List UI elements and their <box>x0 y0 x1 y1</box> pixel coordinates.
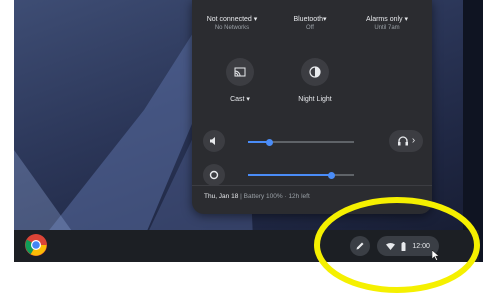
wifi-icon <box>386 242 396 250</box>
panel-footer: Thu, Jan 18 | Battery 100% · 12h left <box>204 193 310 200</box>
shelf: 12:00 <box>14 230 479 262</box>
cast-button[interactable] <box>226 58 254 86</box>
mouse-cursor-icon <box>432 250 440 261</box>
screenshot-frame: Not connected ▾ No Networks Bluetooth▾ O… <box>0 0 483 297</box>
notifications-tile-label[interactable]: Alarms only ▾ <box>352 16 422 24</box>
panel-divider <box>192 185 432 186</box>
bluetooth-tile-label[interactable]: Bluetooth▾ <box>275 16 345 24</box>
network-tile-label[interactable]: Not connected ▾ <box>197 16 267 24</box>
headphones-icon <box>397 136 408 146</box>
battery-status: Battery 100% · 12h left <box>243 193 310 200</box>
volume-slider-thumb[interactable] <box>265 138 273 146</box>
brightness-slider-thumb[interactable] <box>327 171 335 179</box>
brightness-icon <box>209 170 219 180</box>
screen-edge <box>463 0 483 262</box>
audio-output-button[interactable]: › <box>389 130 423 152</box>
cast-label[interactable]: Cast ▾ <box>205 96 275 104</box>
clock-time: 12:00 <box>412 242 430 250</box>
battery-icon <box>401 241 406 251</box>
cast-icon <box>234 67 246 77</box>
audio-output-arrow: › <box>411 135 416 146</box>
status-tray[interactable]: 12:00 <box>377 236 439 256</box>
chrome-launcher-button[interactable] <box>24 233 48 257</box>
brightness-button <box>203 164 225 186</box>
date-label[interactable]: Thu, Jan 18 <box>204 193 238 200</box>
night-light-button[interactable] <box>301 58 329 86</box>
network-tile-status: No Networks <box>214 25 250 31</box>
quick-settings-panel: Not connected ▾ No Networks Bluetooth▾ O… <box>192 0 432 214</box>
notifications-tile-status: Until 7am <box>374 25 400 31</box>
stylus-tools-button[interactable] <box>350 236 370 256</box>
volume-button[interactable] <box>203 130 225 152</box>
pen-icon <box>356 242 364 250</box>
night-light-icon <box>309 66 321 78</box>
screenshot-border <box>0 262 483 297</box>
night-light-label[interactable]: Night Light <box>280 96 350 104</box>
bluetooth-tile-status: Off <box>306 25 314 31</box>
volume-icon <box>210 137 215 145</box>
brightness-slider-fill <box>248 174 331 176</box>
chrome-icon <box>25 234 47 256</box>
